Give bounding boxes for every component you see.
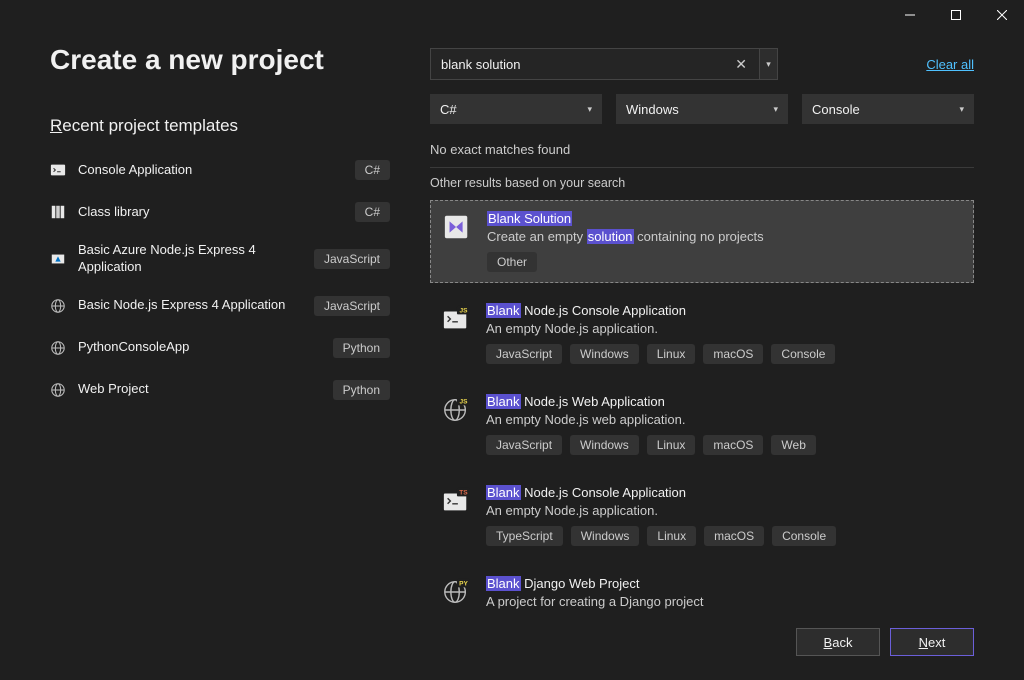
result-tag: macOS: [703, 435, 763, 455]
result-tag: macOS: [704, 526, 764, 546]
no-exact-matches-text: No exact matches found: [430, 142, 974, 157]
recent-template-label: Basic Azure Node.js Express 4 Applicatio…: [78, 242, 302, 276]
result-item[interactable]: JS Blank Node.js Console Application An em…: [430, 293, 974, 374]
search-clear-icon[interactable]: ✕: [731, 56, 751, 73]
result-title: Blank Node.js Web Application: [486, 394, 962, 409]
titlebar: [0, 0, 1024, 30]
back-button[interactable]: Back: [796, 628, 880, 656]
result-tags: JavaScript Windows Linux macOS Console: [486, 344, 962, 364]
result-tag: TypeScript: [486, 526, 563, 546]
maximize-button[interactable]: [942, 1, 970, 29]
svg-text:PY: PY: [459, 580, 468, 587]
result-description: An empty Node.js application.: [486, 321, 962, 336]
recent-template-item[interactable]: Console Application C#: [50, 152, 390, 188]
results-list: Blank Solution Create an empty solution c…: [430, 200, 974, 627]
chevron-down-icon: ▾: [587, 104, 592, 115]
result-icon: PY: [442, 578, 470, 606]
language-badge: Python: [333, 380, 390, 400]
result-icon: JS: [442, 396, 470, 424]
language-badge: C#: [355, 160, 390, 180]
filter-project-type[interactable]: Console▾: [802, 94, 974, 124]
other-results-label: Other results based on your search: [430, 176, 974, 190]
web-icon: [50, 382, 66, 398]
result-description: A project for creating a Django project: [486, 594, 962, 609]
search-input-container[interactable]: ✕: [430, 48, 760, 80]
result-tag: JavaScript: [486, 344, 562, 364]
search-input[interactable]: [441, 57, 731, 72]
recent-template-item[interactable]: Class library C#: [50, 194, 390, 230]
language-badge: Python: [333, 338, 390, 358]
result-description: An empty Node.js application.: [486, 503, 962, 518]
minimize-button[interactable]: [896, 1, 924, 29]
result-tag: Linux: [647, 435, 696, 455]
filter-platform[interactable]: Windows▾: [616, 94, 788, 124]
recent-template-label: Basic Node.js Express 4 Application: [78, 297, 302, 314]
svg-text:JS: JS: [459, 398, 468, 405]
page-title: Create a new project: [50, 44, 390, 76]
recent-template-item[interactable]: Web Project Python: [50, 372, 390, 408]
result-description: An empty Node.js web application.: [486, 412, 962, 427]
clear-all-link[interactable]: Clear all: [926, 57, 974, 72]
result-tag: Other: [487, 252, 537, 272]
result-tags: Other: [487, 252, 961, 272]
result-title: Blank Node.js Console Application: [486, 303, 962, 318]
result-item[interactable]: JS Blank Node.js Web Application An empty …: [430, 384, 974, 465]
filter-language[interactable]: C#▾: [430, 94, 602, 124]
web-icon: [50, 298, 66, 314]
result-tag: Windows: [571, 526, 640, 546]
recent-templates-list: Console Application C# Class library C# Basi…: [50, 152, 390, 408]
recent-templates-heading: Recent project templates: [50, 116, 390, 136]
result-icon: TS: [442, 487, 470, 515]
svg-text:TS: TS: [459, 489, 468, 496]
result-item[interactable]: TS Blank Node.js Console Application An em…: [430, 475, 974, 556]
result-tags: TypeScript Windows Linux macOS Console: [486, 526, 962, 546]
result-tag: JavaScript: [486, 435, 562, 455]
result-item[interactable]: Blank Solution Create an empty solution c…: [430, 200, 974, 283]
result-icon: [443, 213, 471, 241]
result-tag: Linux: [647, 526, 696, 546]
result-title: Blank Solution: [487, 211, 961, 226]
close-button[interactable]: [988, 1, 1016, 29]
language-badge: JavaScript: [314, 249, 390, 269]
next-button[interactable]: Next: [890, 628, 974, 656]
svg-text:JS: JS: [459, 307, 468, 314]
result-title: Blank Django Web Project: [486, 576, 962, 591]
web-icon: [50, 340, 66, 356]
result-tag: Web: [771, 435, 815, 455]
language-badge: JavaScript: [314, 296, 390, 316]
recent-template-item[interactable]: Basic Azure Node.js Express 4 Applicatio…: [50, 236, 390, 282]
result-item[interactable]: PY Blank Django Web Project A project for …: [430, 566, 974, 627]
recent-template-item[interactable]: PythonConsoleApp Python: [50, 330, 390, 366]
result-tag: Console: [772, 526, 836, 546]
result-tag: macOS: [703, 344, 763, 364]
divider: [430, 167, 974, 168]
recent-template-item[interactable]: Basic Node.js Express 4 Application JavaS…: [50, 288, 390, 324]
recent-template-label: Web Project: [78, 381, 321, 398]
language-badge: C#: [355, 202, 390, 222]
azure-icon: [50, 251, 66, 267]
console-icon: [50, 162, 66, 178]
result-tag: Windows: [570, 435, 639, 455]
chevron-down-icon: ▾: [773, 104, 778, 115]
recent-template-label: Class library: [78, 204, 343, 221]
result-tag: Windows: [570, 344, 639, 364]
result-description: Create an empty solution containing no p…: [487, 229, 961, 244]
result-icon: JS: [442, 305, 470, 333]
result-tag: Console: [771, 344, 835, 364]
result-tags: JavaScript Windows Linux macOS Web: [486, 435, 962, 455]
result-tag: Linux: [647, 344, 696, 364]
library-icon: [50, 204, 66, 220]
chevron-down-icon: ▾: [959, 104, 964, 115]
result-title: Blank Node.js Console Application: [486, 485, 962, 500]
recent-template-label: PythonConsoleApp: [78, 339, 321, 356]
recent-template-label: Console Application: [78, 162, 343, 179]
search-dropdown-button[interactable]: ▾: [760, 48, 778, 80]
